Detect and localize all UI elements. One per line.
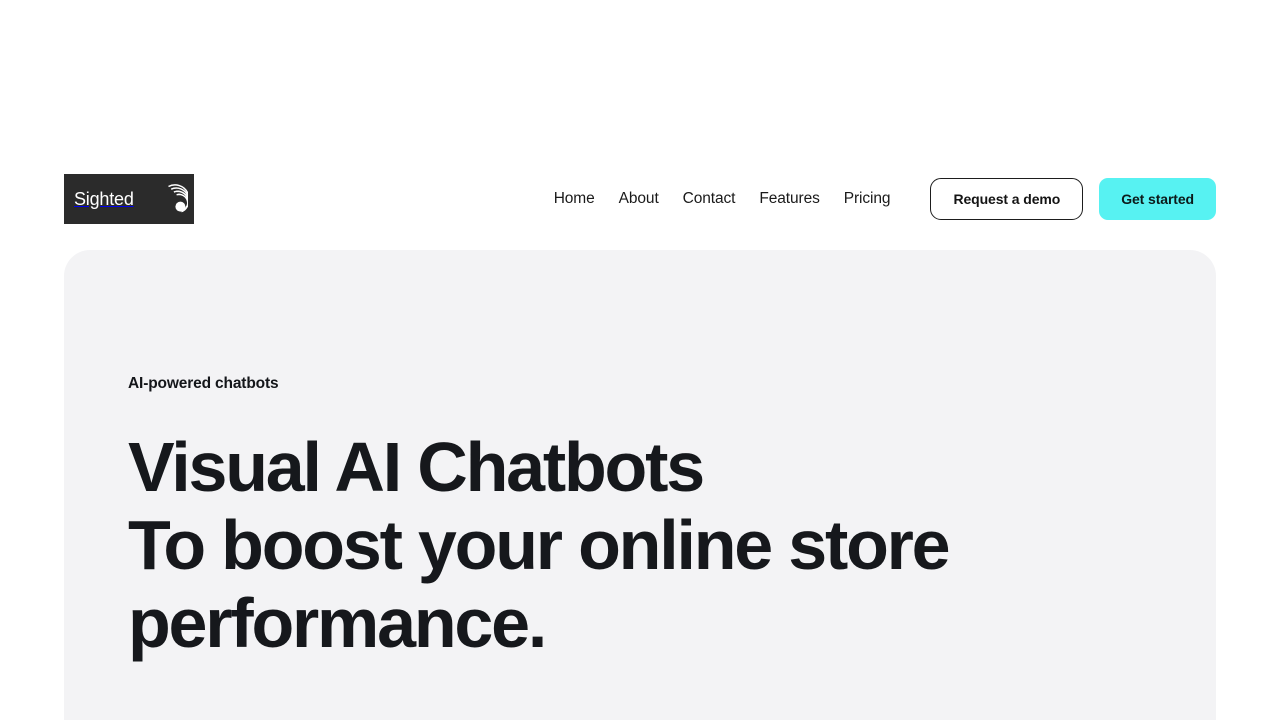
header-action-buttons: Request a demo Get started xyxy=(930,178,1216,220)
site-header: Sighted Home About Contact Features Pric… xyxy=(64,174,1216,224)
hero-section: AI-powered chatbots Visual AI Chatbots T… xyxy=(64,250,1216,720)
hero-content: AI-powered chatbots Visual AI Chatbots T… xyxy=(64,250,1216,662)
hero-headline-line-1: Visual AI Chatbots xyxy=(128,427,705,506)
hero-headline: Visual AI Chatbots To boost your online … xyxy=(128,428,1216,662)
header-right-cluster: Home About Contact Features Pricing Requ… xyxy=(542,178,1216,220)
request-demo-button[interactable]: Request a demo xyxy=(930,178,1084,220)
nav-item-contact[interactable]: Contact xyxy=(671,185,748,213)
nav-item-home[interactable]: Home xyxy=(542,185,607,213)
hero-headline-line-2: To boost your online store xyxy=(128,505,951,584)
get-started-button[interactable]: Get started xyxy=(1099,178,1216,220)
hero-eyebrow: AI-powered chatbots xyxy=(128,375,279,392)
nav-item-about[interactable]: About xyxy=(607,185,671,213)
brand-logo[interactable]: Sighted xyxy=(64,174,194,224)
concentric-shell-spiral-icon xyxy=(152,181,190,217)
main-navigation: Home About Contact Features Pricing xyxy=(542,185,903,213)
hero-headline-line-3: performance. xyxy=(128,583,547,662)
brand-wordmark: Sighted xyxy=(74,189,134,209)
nav-item-features[interactable]: Features xyxy=(747,185,831,213)
nav-item-pricing[interactable]: Pricing xyxy=(832,185,903,213)
landing-page: Sighted Home About Contact Features Pric… xyxy=(0,0,1280,720)
